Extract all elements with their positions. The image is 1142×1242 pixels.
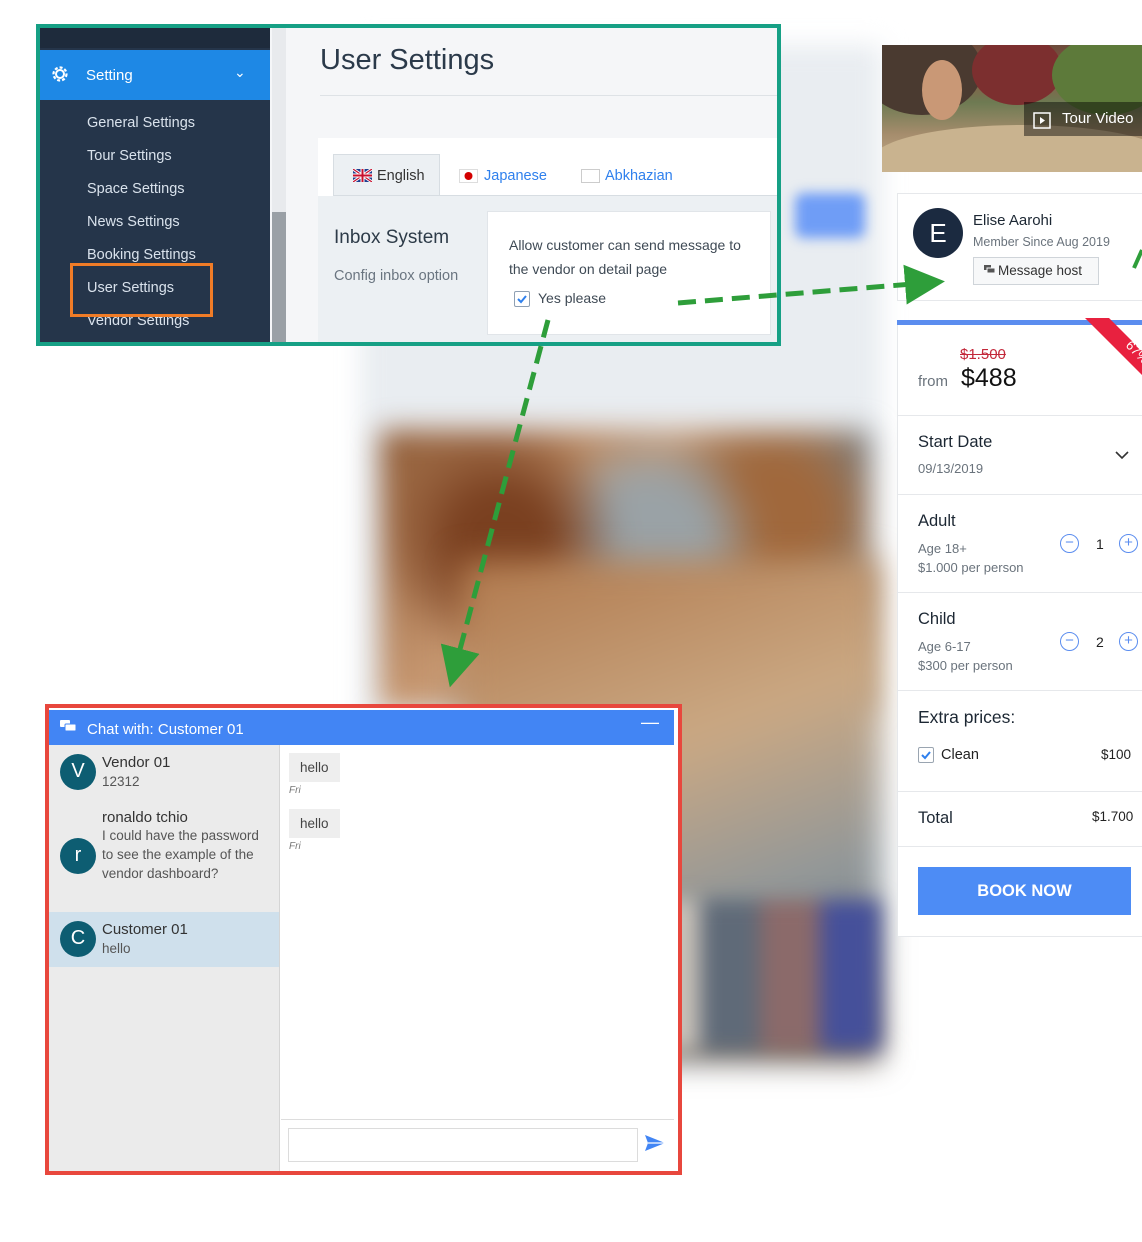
avatar: E xyxy=(913,208,963,258)
extra-clean-price: $100 xyxy=(1101,747,1132,762)
divider xyxy=(898,690,1142,691)
chat-header: Chat with: Customer 01 — xyxy=(49,710,674,745)
admin-sidebar: Setting ⌄ General Settings Tour Settings… xyxy=(40,28,270,342)
owner-member-since: Member Since Aug 2019 xyxy=(973,235,1110,249)
divider xyxy=(898,846,1142,847)
child-label: Child xyxy=(918,610,956,628)
adult-age: Age 18+ xyxy=(918,541,967,556)
chat-message-input[interactable] xyxy=(288,1128,638,1162)
sidebar-item-tour-settings[interactable]: Tour Settings xyxy=(87,148,172,164)
divider xyxy=(898,791,1142,792)
page-title: User Settings xyxy=(320,44,495,76)
avatar: C xyxy=(60,921,96,957)
chevron-down-icon[interactable] xyxy=(1114,449,1130,461)
avatar: r xyxy=(60,838,96,874)
child-quantity: 2 xyxy=(1096,634,1104,650)
child-rate: $300 per person xyxy=(918,658,1013,673)
tab-english-label: English xyxy=(377,168,425,184)
message-bubble: hello xyxy=(289,809,340,838)
option-label: Allow customer can send message to the v… xyxy=(509,237,741,277)
divider xyxy=(898,592,1142,593)
message-time: Fri xyxy=(289,841,301,852)
chevron-down-icon: ⌄ xyxy=(234,64,246,80)
video-play-icon xyxy=(1033,112,1051,129)
owner-name: Elise Aarohi xyxy=(973,212,1053,229)
avatar: V xyxy=(60,754,96,790)
start-date-value[interactable]: 09/13/2019 xyxy=(918,461,983,476)
chat-icon xyxy=(60,720,77,732)
sidebar-item-booking-settings[interactable]: Booking Settings xyxy=(87,247,196,263)
sale-ribbon: 67% xyxy=(1085,318,1142,375)
yes-please-checkbox[interactable] xyxy=(514,291,530,307)
adult-rate: $1.000 per person xyxy=(918,560,1024,575)
section-title: Inbox System xyxy=(334,227,450,248)
sidebar-item-setting[interactable]: Setting ⌄ xyxy=(40,50,270,100)
chat-icon xyxy=(984,265,995,274)
conversation-name[interactable]: ronaldo tchio xyxy=(102,809,188,826)
current-price: $488 xyxy=(961,364,1017,392)
chat-window: Chat with: Customer 01 — V Vendor 01 123… xyxy=(45,704,682,1175)
conversation-name[interactable]: Customer 01 xyxy=(102,921,188,938)
extra-clean-label: Clean xyxy=(941,747,979,763)
abkhazia-flag-icon xyxy=(581,169,600,183)
old-price: $1.500 xyxy=(960,346,1006,363)
sidebar-scrollbar[interactable] xyxy=(272,212,286,342)
tour-video-button[interactable]: Tour Video xyxy=(1062,110,1133,127)
divider xyxy=(898,415,1142,416)
price-from-label: from xyxy=(918,373,948,390)
adult-quantity: 1 xyxy=(1096,536,1104,552)
section-subtitle: Config inbox option xyxy=(334,268,459,284)
message-bubble: hello xyxy=(289,753,340,782)
sidebar-top-strip xyxy=(40,28,270,48)
child-plus-button[interactable]: + xyxy=(1119,632,1138,651)
message-time: Fri xyxy=(289,785,301,796)
gear-icon xyxy=(52,66,68,82)
sidebar-item-general-settings[interactable]: General Settings xyxy=(87,115,195,131)
conversation-preview: hello xyxy=(102,941,131,956)
conversation-name[interactable]: Vendor 01 xyxy=(102,754,170,771)
tab-abkhazian[interactable]: Abkhazian xyxy=(605,168,673,184)
send-icon[interactable] xyxy=(644,1134,666,1152)
highlight-box xyxy=(70,263,213,317)
child-minus-button[interactable]: − xyxy=(1060,632,1079,651)
conversation-preview: I could have the password to see the exa… xyxy=(102,828,259,881)
uk-flag-icon xyxy=(353,169,372,182)
total-value: $1.700 xyxy=(1092,809,1134,824)
adult-label: Adult xyxy=(918,512,956,530)
yes-please-label: Yes please xyxy=(538,290,606,306)
adult-plus-button[interactable]: + xyxy=(1119,534,1138,553)
sidebar-item-news-settings[interactable]: News Settings xyxy=(87,214,180,230)
japan-flag-icon xyxy=(459,169,478,183)
child-age: Age 6-17 xyxy=(918,639,971,654)
sidebar-item-space-settings[interactable]: Space Settings xyxy=(87,181,185,197)
extra-prices-title: Extra prices: xyxy=(918,707,1016,727)
chat-title: Chat with: Customer 01 xyxy=(87,721,244,738)
title-divider xyxy=(320,95,777,96)
sidebar-item-setting-label: Setting xyxy=(86,67,133,84)
message-host-label: Message host xyxy=(998,263,1083,278)
minimize-button[interactable]: — xyxy=(641,712,659,733)
start-date-label: Start Date xyxy=(918,433,993,451)
adult-minus-button[interactable]: − xyxy=(1060,534,1079,553)
total-label: Total xyxy=(918,809,953,827)
conversation-preview: 12312 xyxy=(102,774,140,789)
message-host-button[interactable]: Message host xyxy=(973,257,1099,285)
tab-japanese[interactable]: Japanese xyxy=(484,168,547,184)
blurred-button xyxy=(795,193,865,238)
book-now-button[interactable]: BOOK NOW xyxy=(918,867,1131,915)
divider xyxy=(898,494,1142,495)
clean-checkbox[interactable] xyxy=(918,747,934,763)
admin-settings-panel: Setting ⌄ General Settings Tour Settings… xyxy=(36,24,781,346)
